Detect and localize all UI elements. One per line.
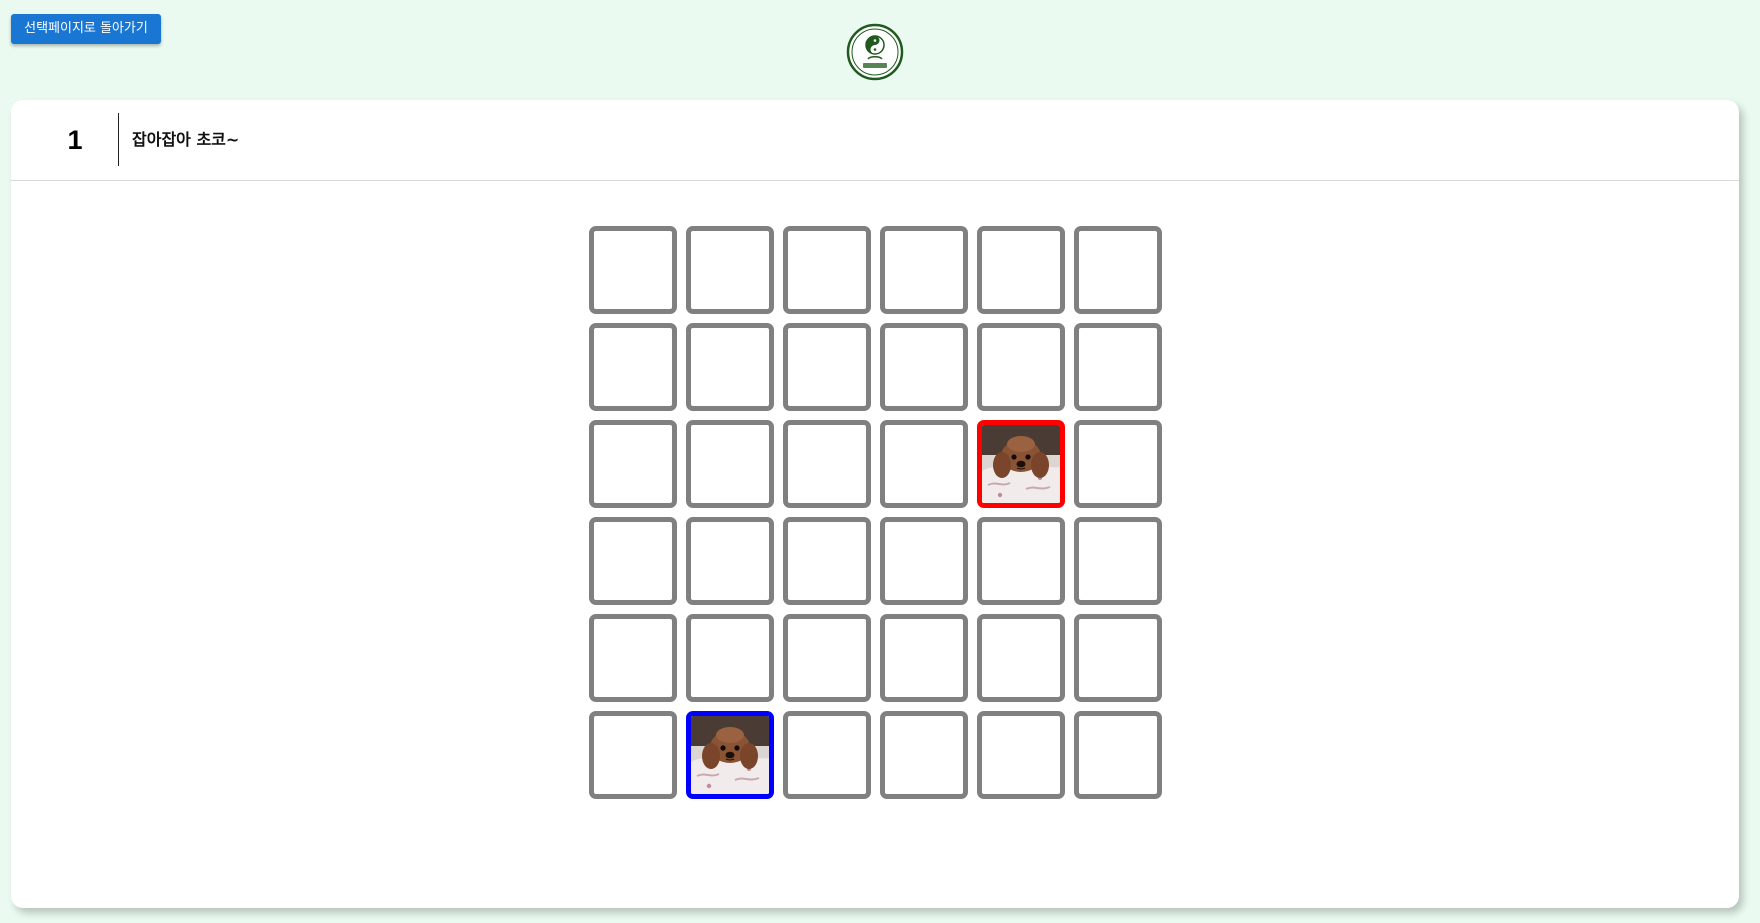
board-cell[interactable] — [783, 517, 871, 605]
board-cell[interactable] — [589, 323, 677, 411]
board-cell[interactable] — [783, 323, 871, 411]
board-cell[interactable] — [686, 226, 774, 314]
board-cell[interactable] — [686, 420, 774, 508]
board-cell[interactable] — [977, 517, 1065, 605]
board-cell[interactable] — [1074, 323, 1162, 411]
header-divider — [118, 113, 119, 166]
board-cell[interactable] — [880, 614, 968, 702]
board-cell[interactable] — [880, 226, 968, 314]
board-cell[interactable] — [880, 323, 968, 411]
board-cell[interactable] — [880, 517, 968, 605]
game-header: 1 잡아잡아 초코~ — [11, 100, 1739, 181]
board-cell[interactable] — [589, 226, 677, 314]
board-cell[interactable] — [589, 711, 677, 799]
stage-number: 1 — [67, 125, 83, 155]
board-cell[interactable] — [783, 420, 871, 508]
board-cell[interactable] — [1074, 420, 1162, 508]
board-cell[interactable] — [977, 614, 1065, 702]
board-cell[interactable] — [977, 711, 1065, 799]
dog-photo-icon — [691, 716, 769, 794]
board-cell[interactable] — [589, 420, 677, 508]
board-cell[interactable] — [977, 323, 1065, 411]
stage-title: 잡아잡아 초코~ — [132, 130, 240, 149]
board-cell[interactable] — [589, 517, 677, 605]
board-cell[interactable] — [783, 711, 871, 799]
board-cell-player[interactable] — [686, 711, 774, 799]
board-cell[interactable] — [1074, 226, 1162, 314]
board-cell[interactable] — [880, 420, 968, 508]
dog-photo-icon — [982, 425, 1060, 503]
board-cell[interactable] — [589, 614, 677, 702]
logo-emblem — [846, 23, 904, 81]
board-cell[interactable] — [686, 323, 774, 411]
board-cell[interactable] — [977, 226, 1065, 314]
back-to-selection-button[interactable]: 선택페이지로 돌아가기 — [11, 14, 161, 44]
board-cell[interactable] — [1074, 517, 1162, 605]
board-cell[interactable] — [686, 614, 774, 702]
board-cell-target[interactable] — [977, 420, 1065, 508]
board-cell[interactable] — [1074, 711, 1162, 799]
game-board — [589, 226, 1162, 799]
board-cell[interactable] — [686, 517, 774, 605]
board-cell[interactable] — [783, 226, 871, 314]
board-cell[interactable] — [880, 711, 968, 799]
board-cell[interactable] — [1074, 614, 1162, 702]
board-cell[interactable] — [783, 614, 871, 702]
game-card: 1 잡아잡아 초코~ — [11, 100, 1739, 908]
